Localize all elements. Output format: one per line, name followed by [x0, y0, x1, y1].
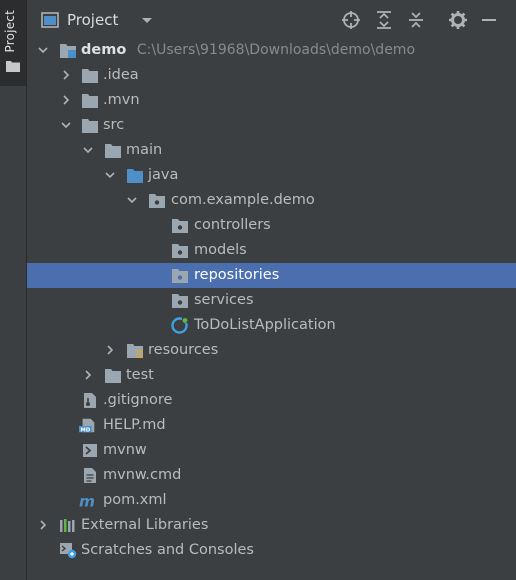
tree-row-mvnw-cmd[interactable]: mvnw.cmd	[27, 463, 516, 488]
tree-row-label: models	[194, 242, 247, 258]
tree-row-mvn[interactable]: .mvn	[27, 88, 516, 113]
tree-row-resources[interactable]: resources	[27, 338, 516, 363]
tree-row-main[interactable]: main	[27, 138, 516, 163]
scratches-icon	[60, 543, 77, 559]
tree-row-label: mvnw	[103, 442, 147, 458]
chevron-down-icon	[83, 147, 93, 154]
minimize-icon[interactable]	[479, 10, 499, 30]
tree-row-help-md[interactable]: MD HELP.md	[27, 413, 516, 438]
chevron-down-icon	[142, 18, 153, 23]
markdown-file-icon: MD	[79, 418, 95, 433]
tree-row-idea[interactable]: .idea	[27, 63, 516, 88]
tree-row-label: test	[126, 367, 154, 383]
package-icon	[149, 194, 165, 208]
tree-row-label: HELP.md	[103, 417, 166, 433]
tree-row-label: pom.xml	[103, 492, 167, 508]
tree-row-todolistapplication[interactable]: ToDoListApplication	[27, 313, 516, 338]
tree-row-external-libraries[interactable]: External Libraries	[27, 513, 516, 538]
chevron-right-icon	[85, 370, 92, 380]
project-tool-tab-label: Project	[3, 10, 17, 53]
chevron-down-icon	[105, 172, 115, 179]
project-window-icon	[41, 12, 59, 28]
tree-row-controllers[interactable]: controllers	[27, 213, 516, 238]
project-view-selector[interactable]: Project	[41, 10, 154, 30]
tree-row-label: demo	[81, 42, 127, 58]
project-panel-header: Project	[27, 0, 516, 40]
tree-row-mvnw[interactable]: mvnw	[27, 438, 516, 463]
chevron-right-icon	[63, 95, 70, 105]
tree-row-scratches-and-consoles[interactable]: Scratches and Consoles	[27, 538, 516, 563]
folder-icon	[105, 144, 121, 158]
project-path: C:\Users\91968\Downloads\demo\demo	[136, 42, 416, 58]
tree-row-label: repositories	[194, 267, 280, 283]
tree-row-label: main	[126, 142, 163, 158]
tree-row-label: .idea	[103, 67, 139, 83]
tree-row-models[interactable]: models	[27, 238, 516, 263]
spring-boot-class-icon	[171, 317, 188, 334]
tree-row-label: resources	[148, 342, 219, 358]
tree-row-demo[interactable]: demo C:\Users\91968\Downloads\demo\demo	[27, 38, 516, 63]
expand-all-icon[interactable]	[374, 10, 394, 30]
gitignore-file-icon	[84, 393, 96, 408]
chevron-right-icon	[63, 70, 70, 80]
package-icon	[172, 219, 188, 233]
tree-row-label: Scratches and Consoles	[81, 542, 254, 558]
tree-row-package[interactable]: com.example.demo	[27, 188, 516, 213]
shell-script-icon	[83, 444, 97, 457]
chevron-down-icon	[61, 122, 71, 129]
chevron-down-icon	[38, 47, 48, 54]
maven-icon: m	[79, 492, 95, 509]
package-icon	[172, 244, 188, 258]
tree-row-java[interactable]: java	[27, 163, 516, 188]
folder-icon	[105, 369, 121, 383]
tree-row-label: ToDoListApplication	[194, 317, 336, 333]
folder-icon	[82, 94, 98, 108]
package-icon	[172, 269, 188, 283]
tree-row-label: controllers	[194, 217, 271, 233]
gear-icon[interactable]	[448, 10, 468, 30]
tree-row-pom-xml[interactable]: m pom.xml	[27, 488, 516, 513]
project-panel: Project demo C:\Users\91968\Downloads\de…	[27, 0, 516, 580]
module-folder-icon	[60, 44, 76, 58]
svg-text:MD: MD	[80, 427, 90, 433]
collapse-all-icon[interactable]	[406, 10, 426, 30]
project-view-title: Project	[67, 11, 119, 29]
chevron-right-icon	[40, 520, 47, 530]
tree-row-label: mvnw.cmd	[103, 467, 182, 483]
tree-row-label: src	[103, 117, 125, 133]
tree-row-label: .gitignore	[103, 392, 173, 408]
tree-row-src[interactable]: src	[27, 113, 516, 138]
locate-icon[interactable]	[341, 10, 361, 30]
project-tool-tab[interactable]: Project	[0, 0, 26, 86]
folder-icon	[82, 69, 98, 83]
tree-row-label: .mvn	[103, 92, 140, 108]
tool-window-stripe: Project	[0, 0, 27, 580]
chevron-right-icon	[107, 345, 114, 355]
tree-row-repositories[interactable]: repositories	[27, 263, 516, 288]
tree-row-label: services	[194, 292, 254, 308]
tree-row-label: java	[148, 167, 179, 183]
tree-row-label: External Libraries	[81, 517, 209, 533]
svg-text:m: m	[79, 492, 95, 509]
tree-row-test[interactable]: test	[27, 363, 516, 388]
text-file-icon	[84, 468, 96, 483]
tree-row-services[interactable]: services	[27, 288, 516, 313]
folder-icon	[6, 61, 20, 72]
package-icon	[172, 294, 188, 308]
resources-folder-icon	[127, 344, 143, 358]
source-folder-icon	[127, 169, 143, 183]
folder-icon	[82, 119, 98, 133]
libraries-icon	[60, 519, 75, 532]
tree-row-label: com.example.demo	[171, 192, 315, 208]
tree-row-gitignore[interactable]: .gitignore	[27, 388, 516, 413]
chevron-down-icon	[127, 197, 137, 204]
